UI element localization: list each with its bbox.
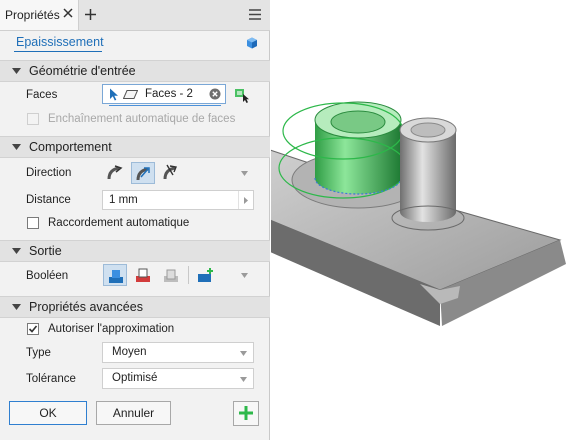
tolerance-label: Tolérance bbox=[26, 373, 76, 385]
distance-label: Distance bbox=[26, 194, 71, 206]
faces-selector[interactable]: Faces - 2 bbox=[102, 84, 226, 106]
section-title: Propriétés avancées bbox=[29, 300, 143, 314]
type-select[interactable]: Moyen bbox=[102, 342, 254, 363]
chevron-down-icon bbox=[240, 377, 247, 382]
direction-symmetric-icon bbox=[163, 164, 177, 180]
section-behavior[interactable]: Comportement bbox=[0, 136, 270, 158]
cube-icon[interactable] bbox=[244, 35, 260, 51]
direction-default-icon bbox=[107, 165, 123, 180]
ok-button[interactable]: OK bbox=[9, 401, 87, 425]
section-title: Géométrie d'entrée bbox=[29, 64, 136, 78]
section-advanced[interactable]: Propriétés avancées bbox=[0, 296, 270, 318]
boolean-cut-button[interactable] bbox=[131, 264, 155, 286]
new-solid-icon bbox=[198, 268, 213, 282]
tab-properties-label: Propriétés bbox=[5, 8, 60, 22]
output-more-icon[interactable] bbox=[241, 273, 248, 278]
checkmark-icon bbox=[28, 325, 38, 333]
tab-bar: Propriétés bbox=[0, 0, 270, 31]
tolerance-value: Optimisé bbox=[112, 372, 158, 384]
cancel-button[interactable]: Annuler bbox=[96, 401, 171, 425]
chain-faces-label: Enchaînement automatique de faces bbox=[48, 113, 236, 125]
collapse-arrow-icon bbox=[12, 144, 21, 150]
collapse-arrow-icon bbox=[12, 248, 21, 254]
boolean-join-button[interactable] bbox=[103, 264, 127, 286]
direction-more-icon[interactable] bbox=[241, 171, 248, 176]
boolean-label: Booléen bbox=[26, 270, 69, 282]
tolerance-select[interactable]: Optimisé bbox=[102, 368, 254, 389]
cursor-icon bbox=[110, 88, 118, 101]
button-separator bbox=[188, 266, 189, 284]
faces-underline bbox=[109, 105, 221, 106]
faces-value: Faces - 2 bbox=[145, 88, 193, 100]
feature-name-row: Epaississement bbox=[0, 30, 270, 60]
section-title: Sortie bbox=[29, 244, 62, 258]
cut-icon bbox=[136, 268, 150, 282]
boolean-intersect-button[interactable] bbox=[159, 264, 183, 286]
face-icon bbox=[123, 90, 138, 99]
chain-faces-checkbox[interactable] bbox=[27, 113, 39, 125]
direction-flipped-button[interactable] bbox=[131, 162, 155, 184]
new-solid-button[interactable] bbox=[195, 264, 219, 286]
chevron-right-icon bbox=[244, 197, 248, 204]
apply-button[interactable] bbox=[233, 401, 259, 426]
feature-name[interactable]: Epaississement bbox=[16, 35, 104, 49]
tab-properties[interactable]: Propriétés bbox=[0, 0, 79, 30]
join-icon bbox=[109, 270, 123, 283]
model-view bbox=[269, 101, 566, 326]
clear-selection-icon[interactable] bbox=[209, 88, 221, 100]
distance-value: 1 mm bbox=[109, 194, 138, 206]
direction-symmetric-button[interactable] bbox=[159, 162, 183, 184]
type-value: Moyen bbox=[112, 346, 147, 358]
chevron-down-icon bbox=[240, 351, 247, 356]
auto-blend-checkbox[interactable] bbox=[27, 217, 39, 229]
feature-name-underline bbox=[14, 51, 102, 52]
section-input-geometry[interactable]: Géométrie d'entrée bbox=[0, 60, 270, 82]
model-viewport[interactable] bbox=[269, 0, 573, 440]
auto-blend-label: Raccordement automatique bbox=[48, 217, 190, 229]
section-output[interactable]: Sortie bbox=[0, 240, 270, 262]
direction-flipped-icon bbox=[136, 167, 150, 181]
type-label: Type bbox=[26, 347, 51, 359]
section-title: Comportement bbox=[29, 140, 112, 154]
plus-icon bbox=[239, 406, 253, 420]
approximation-label: Autoriser l'approximation bbox=[48, 323, 175, 335]
close-icon[interactable] bbox=[62, 7, 74, 19]
approximation-checkbox[interactable] bbox=[27, 323, 39, 335]
properties-panel: Propriétés Epaississement Géométrie d'en… bbox=[0, 0, 270, 440]
select-other-icon[interactable] bbox=[233, 86, 251, 104]
direction-label: Direction bbox=[26, 167, 72, 179]
pin-hole bbox=[410, 122, 446, 138]
distance-spin[interactable] bbox=[238, 191, 253, 209]
intersect-icon bbox=[164, 269, 178, 282]
faces-label: Faces bbox=[26, 89, 58, 101]
collapse-arrow-icon bbox=[12, 304, 21, 310]
direction-default-button[interactable] bbox=[103, 162, 127, 184]
main-boss-recess bbox=[330, 110, 386, 134]
menu-icon[interactable] bbox=[248, 8, 262, 21]
distance-input[interactable]: 1 mm bbox=[102, 190, 254, 210]
collapse-arrow-icon bbox=[12, 68, 21, 74]
add-tab-icon[interactable] bbox=[84, 8, 97, 21]
